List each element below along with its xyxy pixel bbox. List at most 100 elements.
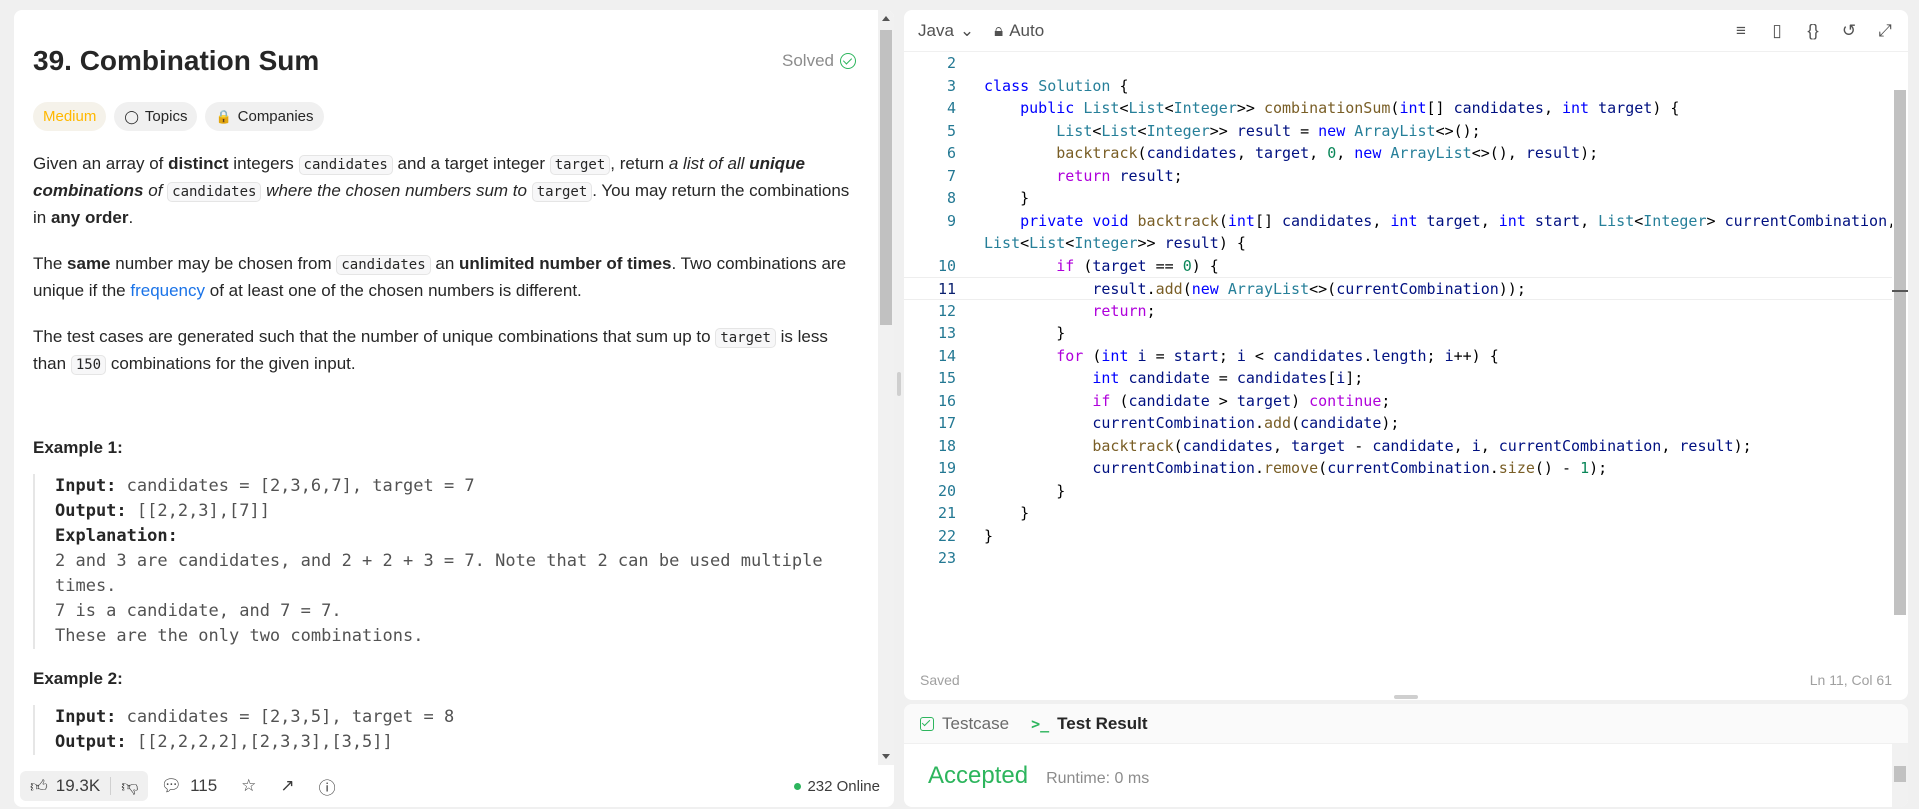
- reset-icon[interactable]: ↺: [1840, 21, 1858, 41]
- tab-test-result[interactable]: >_ Test Result: [1031, 714, 1147, 734]
- code-line[interactable]: 12 return;: [904, 300, 1892, 323]
- inline-code: target: [549, 155, 611, 175]
- solved-label: Solved: [782, 51, 834, 70]
- code-text: return result;: [1056, 166, 1183, 185]
- code-text: currentCombination.remove(currentCombina…: [1092, 459, 1608, 477]
- line-number: 5: [946, 121, 956, 140]
- line-number: 20: [937, 481, 956, 500]
- code-line[interactable]: 19 currentCombination.remove(currentComb…: [904, 457, 1892, 480]
- code-line[interactable]: 18 backtrack(candidates, target - candid…: [904, 435, 1892, 458]
- difficulty-badge[interactable]: Medium: [33, 102, 107, 131]
- result-body: Accepted Runtime: 0 ms: [904, 744, 1908, 807]
- line-number: 8: [946, 189, 956, 207]
- code-text: int candidate = candidates[i];: [1092, 369, 1364, 387]
- code-line[interactable]: 8 }: [904, 187, 1892, 210]
- share-button[interactable]: ↗: [268, 776, 306, 796]
- scroll-up-icon[interactable]: [882, 16, 890, 21]
- line-number: 17: [937, 414, 956, 432]
- auto-mode-toggle[interactable]: 🔒︎ Auto: [994, 21, 1044, 41]
- code-editor[interactable]: 2 3 class Solution {4 public List<List<Int…: [904, 52, 1896, 656]
- scroll-down-icon[interactable]: [882, 754, 890, 759]
- description-footer: 👍︎ 19.3K 👎︎ 💬︎ 115 ☆ ↗ ⓘ 232 Online: [14, 765, 894, 807]
- code-line[interactable]: 15 int candidate = candidates[i];: [904, 367, 1892, 390]
- frequency-link[interactable]: frequency: [130, 281, 205, 300]
- code-line[interactable]: 13 }: [904, 322, 1892, 345]
- tab-test-result-label: Test Result: [1057, 713, 1148, 733]
- scrollbar-thumb[interactable]: [1894, 90, 1906, 615]
- code-line[interactable]: 6 backtrack(candidates, target, 0, new A…: [904, 142, 1892, 165]
- line-number: 4: [946, 99, 956, 117]
- like-button[interactable]: 👍︎ 19.3K: [20, 771, 110, 801]
- favorite-button[interactable]: ☆: [229, 776, 268, 796]
- editor-scrollbar[interactable]: [1892, 52, 1908, 656]
- code-text: backtrack(candidates, target, 0, new Arr…: [1056, 144, 1599, 162]
- topics-button[interactable]: ◯ Topics: [114, 102, 198, 131]
- description-content: 39. Combination Sum Solved Medium ◯ Topi…: [14, 10, 878, 765]
- problem-title[interactable]: 39. Combination Sum: [33, 45, 319, 77]
- help-button[interactable]: ⓘ: [307, 774, 348, 799]
- text: The: [33, 254, 68, 273]
- code-line[interactable]: 10 if (target == 0) {: [904, 255, 1892, 278]
- example-line: Explanation:: [55, 524, 860, 549]
- code-line[interactable]: 22}: [904, 525, 1892, 548]
- code-line[interactable]: List<List<Integer>> result) {: [904, 232, 1892, 255]
- tab-testcase-label: Testcase: [942, 713, 1010, 733]
- line-number: 13: [937, 324, 956, 342]
- terminal-icon: >_: [1031, 714, 1050, 733]
- code-line[interactable]: 14 for (int i = start; i < candidates.le…: [904, 345, 1892, 368]
- code-line[interactable]: 17 currentCombination.add(candidate);: [904, 412, 1892, 435]
- braces-icon[interactable]: {}: [1804, 21, 1822, 41]
- code-line[interactable]: 11 result.add(new ArrayList<>(currentCom…: [904, 277, 1892, 300]
- code-line[interactable]: 20 }: [904, 480, 1892, 503]
- line-number: 16: [937, 391, 956, 410]
- code-text: private void backtrack(int[] candidates,…: [1020, 211, 1896, 230]
- code-line[interactable]: 3 class Solution {: [904, 75, 1892, 98]
- companies-button[interactable]: 🔒 Companies: [205, 102, 324, 131]
- language-select[interactable]: Java ⌄: [918, 21, 974, 41]
- format-icon[interactable]: ≡: [1732, 21, 1750, 41]
- code-line[interactable]: 2: [904, 52, 1892, 75]
- text: .: [128, 208, 134, 227]
- scrollbar-thumb[interactable]: [880, 30, 892, 325]
- thumbs-up-icon: 👍︎: [30, 776, 48, 796]
- tag-list: Medium ◯ Topics 🔒 Companies: [33, 102, 860, 131]
- vertical-splitter[interactable]: [897, 372, 901, 396]
- code-line[interactable]: 21 }: [904, 502, 1892, 525]
- tab-testcase[interactable]: Testcase: [920, 714, 1009, 734]
- line-number: 23: [937, 549, 956, 567]
- code-text: class Solution {: [984, 76, 1129, 95]
- example-line: Input: candidates = [2,3,6,7], target = …: [55, 474, 860, 499]
- scrollbar-thumb[interactable]: [1894, 766, 1906, 782]
- help-icon: ⓘ: [318, 778, 336, 798]
- code-line[interactable]: 5 List<List<Integer>> result = new Array…: [904, 120, 1892, 143]
- code-line[interactable]: 4 public List<List<Integer>> combination…: [904, 97, 1892, 120]
- description-scrollbar[interactable]: [878, 10, 894, 765]
- comments-button[interactable]: 💬︎ 115: [148, 776, 229, 796]
- explanation-label: Explanation:: [55, 526, 178, 546]
- code-text: if (target == 0) {: [1056, 256, 1219, 275]
- code-line[interactable]: 16 if (candidate > target) continue;: [904, 390, 1892, 413]
- bookmark-icon[interactable]: ▯: [1768, 21, 1786, 41]
- explanation-line: 7 is a candidate, and 7 = 7.: [55, 601, 342, 621]
- code-text: currentCombination.add(candidate);: [1092, 414, 1400, 432]
- code-text: }: [984, 324, 1066, 342]
- inline-code: target: [531, 182, 593, 202]
- language-label: Java: [918, 20, 954, 40]
- input-label: Input:: [55, 476, 117, 496]
- vote-group: 👍︎ 19.3K 👎︎: [20, 771, 149, 801]
- companies-label: Companies: [237, 108, 314, 125]
- result-panel: Testcase >_ Test Result Accepted Runtime…: [904, 704, 1908, 807]
- online-count: 232 Online: [807, 777, 880, 795]
- code-line[interactable]: 23: [904, 547, 1892, 570]
- comment-icon: 💬︎: [160, 776, 183, 795]
- dislike-button[interactable]: 👎︎: [111, 771, 148, 801]
- horizontal-splitter[interactable]: [1394, 695, 1418, 699]
- code-text: }: [984, 526, 994, 545]
- code-line[interactable]: 9 private void backtrack(int[] candidate…: [904, 210, 1896, 233]
- code-line[interactable]: 7 return result;: [904, 165, 1892, 188]
- explanation-line: times.: [55, 576, 117, 596]
- line-number: 14: [937, 346, 956, 365]
- expand-icon[interactable]: ⤢: [1876, 21, 1894, 41]
- result-scrollbar[interactable]: [1892, 744, 1908, 807]
